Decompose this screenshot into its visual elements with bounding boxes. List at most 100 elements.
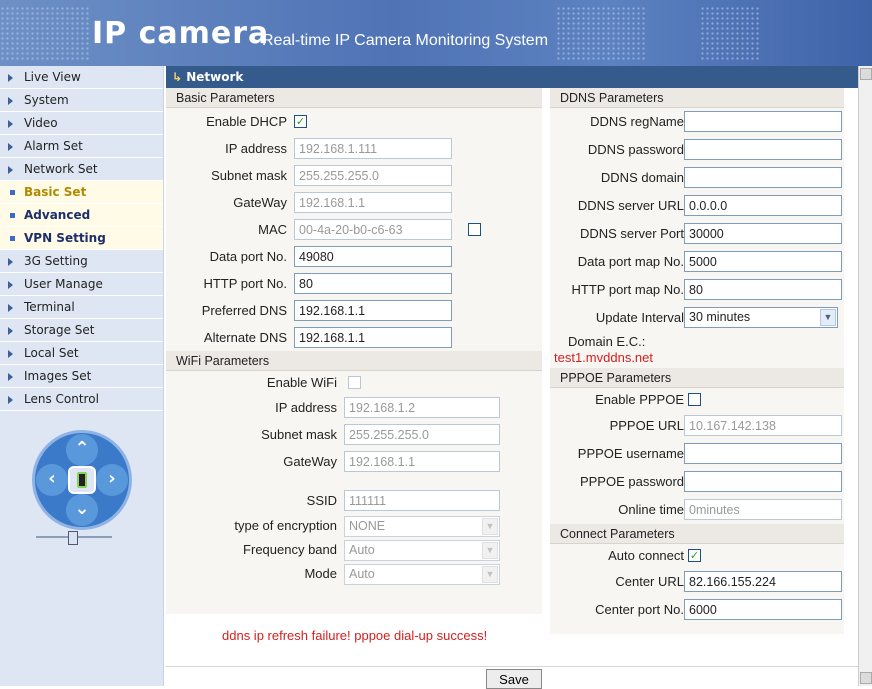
speed-slider[interactable]: [36, 531, 112, 545]
frequency-band-select[interactable]: Auto ▼: [344, 540, 500, 561]
ddns-password-input[interactable]: [684, 139, 842, 160]
ip-address-label: IP address: [225, 141, 287, 156]
scroll-up-button[interactable]: [860, 68, 872, 80]
http-port-map-input[interactable]: [684, 279, 842, 300]
chevron-down-icon: ▼: [482, 518, 498, 535]
enable-pppoe-label: Enable PPPOE: [595, 392, 684, 407]
sidebar-item-label: Network Set: [24, 162, 98, 176]
sidebar-item-label: Terminal: [24, 300, 75, 314]
mac-input[interactable]: [294, 219, 452, 240]
sidebar-item-label: Live View: [24, 70, 81, 84]
sidebar-item-3g-setting[interactable]: 3G Setting: [0, 250, 163, 273]
sidebar-item-video[interactable]: Video: [0, 112, 163, 135]
enable-dhcp-checkbox[interactable]: ✓: [294, 115, 307, 128]
wifi-ip-input[interactable]: [344, 397, 500, 418]
page-title: Network: [186, 70, 244, 84]
sidebar-item-label: User Manage: [24, 277, 103, 291]
ddns-domain-input[interactable]: [684, 167, 842, 188]
main-content: ↳ Network Basic Parameters Enable DHCP ✓ …: [166, 66, 858, 689]
ddns-parameters-heading: DDNS Parameters: [550, 88, 844, 108]
ip-address-input[interactable]: [294, 138, 452, 159]
preferred-dns-input[interactable]: [294, 300, 452, 321]
data-port-label: Data port No.: [209, 249, 287, 264]
subnet-mask-input[interactable]: [294, 165, 452, 186]
ddns-regname-label: DDNS regName: [590, 114, 684, 129]
arrow-right-icon: [8, 350, 13, 358]
online-time-input[interactable]: [684, 499, 842, 520]
arrow-right-icon: [8, 281, 13, 289]
ptz-up-button[interactable]: ⌃: [66, 434, 98, 466]
encryption-select[interactable]: NONE ▼: [344, 516, 500, 537]
center-url-input[interactable]: [684, 571, 842, 592]
center-port-label: Center port No.: [595, 602, 684, 617]
ddns-server-url-input[interactable]: [684, 195, 842, 216]
wifi-subnet-input[interactable]: [344, 424, 500, 445]
sidebar-item-user-manage[interactable]: User Manage: [0, 273, 163, 296]
sidebar-item-local-set[interactable]: Local Set: [0, 342, 163, 365]
mac-label: MAC: [258, 222, 287, 237]
arrow-icon: ↳: [172, 70, 187, 84]
data-port-input[interactable]: [294, 246, 452, 267]
slider-knob[interactable]: [68, 531, 78, 545]
sidebar-item-label: Video: [24, 116, 58, 130]
ptz-right-button[interactable]: ›: [96, 464, 128, 496]
right-pane: DDNS Parameters DDNS regName DDNS passwo…: [550, 88, 844, 634]
sidebar-item-lens-control[interactable]: Lens Control: [0, 388, 163, 411]
sidebar-item-terminal[interactable]: Terminal: [0, 296, 163, 319]
arrow-right-icon: [8, 396, 13, 404]
connect-parameters-heading: Connect Parameters: [550, 524, 844, 544]
sidebar-item-network-set[interactable]: Network Set: [0, 158, 163, 181]
mode-select[interactable]: Auto ▼: [344, 564, 500, 585]
http-port-input[interactable]: [294, 273, 452, 294]
center-port-input[interactable]: [684, 599, 842, 620]
save-button[interactable]: Save: [486, 669, 542, 689]
sidebar-subitem-advanced[interactable]: Advanced: [0, 204, 163, 227]
chevron-down-icon: ▼: [482, 542, 498, 559]
gateway-input[interactable]: [294, 192, 452, 213]
traffic-light-icon: [77, 472, 87, 488]
sidebar-item-storage-set[interactable]: Storage Set: [0, 319, 163, 342]
chevron-down-icon: ▼: [820, 309, 836, 326]
sidebar-item-images-set[interactable]: Images Set: [0, 365, 163, 388]
sidebar-item-label: 3G Setting: [24, 254, 88, 268]
pppoe-username-input[interactable]: [684, 443, 842, 464]
ddns-regname-input[interactable]: [684, 111, 842, 132]
http-port-label: HTTP port No.: [203, 276, 287, 291]
scroll-down-button[interactable]: [860, 672, 872, 684]
wifi-gateway-input[interactable]: [344, 451, 500, 472]
auto-connect-checkbox[interactable]: ✓: [688, 549, 701, 562]
sidebar-subitem-basic-set[interactable]: Basic Set: [0, 181, 163, 204]
sidebar-item-system[interactable]: System: [0, 89, 163, 112]
sidebar-item-label: Local Set: [24, 346, 79, 360]
ptz-center-button[interactable]: [68, 466, 96, 494]
sidebar-item-label: Lens Control: [24, 392, 99, 406]
mac-checkbox[interactable]: [468, 223, 481, 236]
ddns-server-port-input[interactable]: [684, 223, 842, 244]
ptz-left-button[interactable]: ‹: [36, 464, 68, 496]
ssid-input[interactable]: [344, 490, 500, 511]
chevron-down-icon: ▼: [482, 566, 498, 583]
alternate-dns-input[interactable]: [294, 327, 452, 348]
enable-pppoe-checkbox[interactable]: [688, 393, 701, 406]
ptz-down-button[interactable]: ⌄: [66, 494, 98, 526]
sidebar-item-live-view[interactable]: Live View: [0, 66, 163, 89]
wifi-subnet-label: Subnet mask: [261, 427, 337, 442]
pppoe-url-label: PPPOE URL: [609, 418, 684, 433]
header-decoration: [700, 6, 760, 60]
data-port-map-input[interactable]: [684, 251, 842, 272]
domain-ec-label: Domain E.C.:: [568, 334, 646, 349]
arrow-right-icon: [8, 120, 13, 128]
sidebar-item-alarm-set[interactable]: Alarm Set: [0, 135, 163, 158]
subnet-mask-label: Subnet mask: [211, 168, 287, 183]
sidebar-item-label: Images Set: [24, 369, 92, 383]
pppoe-password-label: PPPOE password: [579, 474, 684, 489]
pppoe-password-input[interactable]: [684, 471, 842, 492]
update-interval-select[interactable]: 30 minutes ▼: [684, 307, 838, 328]
sidebar-subitem-vpn-setting[interactable]: VPN Setting: [0, 227, 163, 250]
left-pane: Basic Parameters Enable DHCP ✓ IP address…: [166, 88, 542, 614]
sidebar-item-label: Storage Set: [24, 323, 95, 337]
bullet-icon: [10, 190, 15, 195]
enable-wifi-checkbox[interactable]: [348, 376, 361, 389]
pppoe-url-input[interactable]: [684, 415, 842, 436]
scrollbar[interactable]: [858, 66, 872, 686]
